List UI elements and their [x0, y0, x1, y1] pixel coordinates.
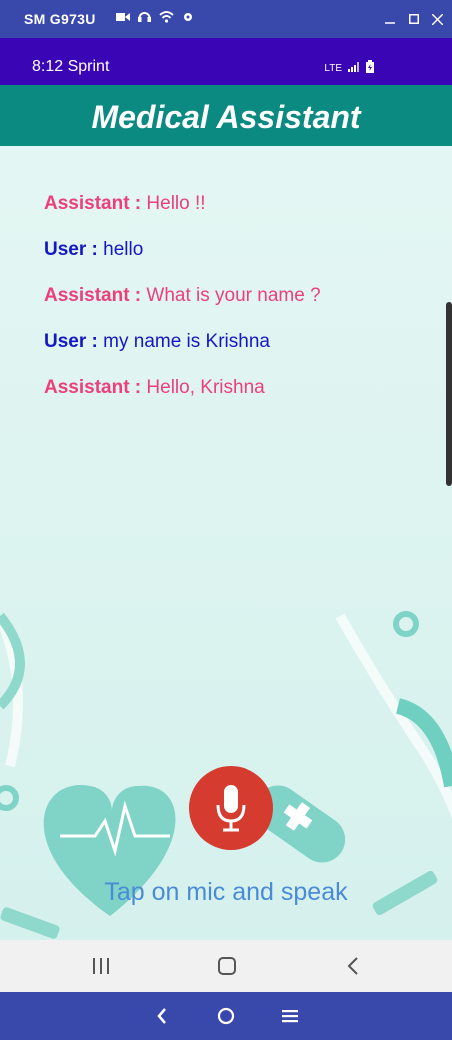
emulator-nav-bar	[0, 992, 452, 1040]
video-icon[interactable]	[116, 10, 130, 28]
emulator-menu-button[interactable]	[276, 1002, 304, 1030]
message-text: hello	[103, 239, 144, 260]
message-text: my name is Krishna	[103, 331, 270, 352]
app-bar: Medical Assistant	[0, 85, 452, 146]
speaker-label: User :	[44, 331, 98, 352]
speaker-label: Assistant :	[44, 285, 142, 306]
signal-icon	[348, 61, 360, 75]
chat-area: Assistant : Hello !! User : hello Assist…	[0, 146, 452, 940]
settings-gear-icon[interactable]	[182, 10, 194, 28]
maximize-button[interactable]	[403, 8, 425, 30]
emulator-home-button[interactable]	[212, 1002, 240, 1030]
message-text: Hello !!	[146, 193, 206, 214]
side-panel-handle[interactable]	[446, 302, 452, 486]
home-button[interactable]	[212, 952, 242, 980]
android-nav-bar	[0, 940, 452, 992]
headset-icon[interactable]	[138, 10, 151, 28]
chat-message-2: User : hello	[44, 239, 143, 261]
emulator-back-button[interactable]	[148, 1002, 176, 1030]
status-bar: 8:12 Sprint LTE	[0, 38, 452, 85]
emulator-tools	[116, 10, 194, 28]
chat-message-1: Assistant : Hello !!	[44, 193, 206, 215]
minimize-button[interactable]	[379, 8, 401, 30]
chat-message-4: User : my name is Krishna	[44, 331, 270, 353]
chat-message-5: Assistant : Hello, Krishna	[44, 377, 265, 399]
mic-hint-text: Tap on mic and speak	[104, 878, 348, 906]
battery-icon	[366, 60, 374, 76]
speaker-label: User :	[44, 239, 98, 260]
device-title: SM G973U	[24, 11, 96, 27]
speaker-label: Assistant :	[44, 377, 142, 398]
wifi-icon[interactable]	[159, 10, 174, 28]
status-indicators: LTE	[324, 60, 374, 76]
emulator-title-bar: SM G973U	[0, 0, 452, 38]
speaker-label: Assistant :	[44, 193, 142, 214]
app-title: Medical Assistant	[91, 99, 361, 135]
close-button[interactable]	[426, 8, 448, 30]
mic-button[interactable]	[189, 766, 273, 850]
message-text: What is your name ?	[146, 285, 321, 306]
message-text: Hello, Krishna	[146, 377, 265, 398]
network-type: LTE	[324, 62, 342, 74]
recent-apps-button[interactable]	[86, 952, 116, 980]
status-time-carrier: 8:12 Sprint	[32, 58, 110, 75]
mic-icon	[216, 785, 246, 832]
back-button[interactable]	[338, 952, 368, 980]
chat-message-3: Assistant : What is your name ?	[44, 285, 321, 307]
